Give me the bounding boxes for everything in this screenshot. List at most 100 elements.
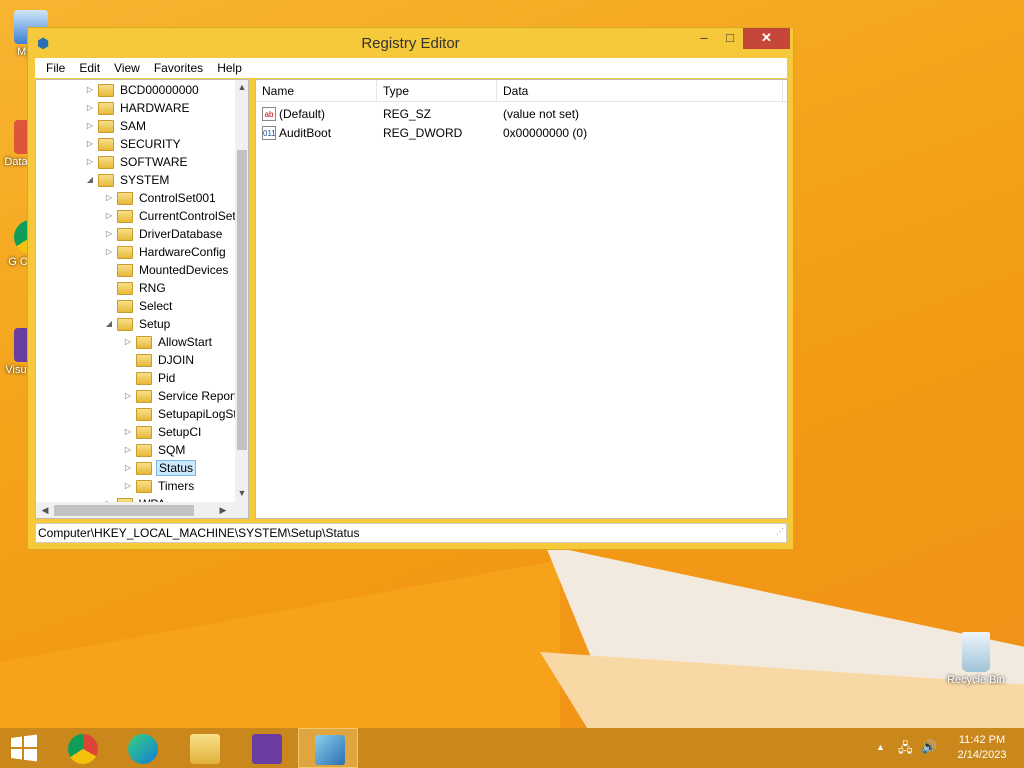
tree-expander-icon[interactable]: ▷ <box>84 135 96 153</box>
scroll-left-icon[interactable]: ◀ <box>38 505 52 516</box>
taskbar-chrome[interactable] <box>52 728 112 768</box>
tree-expander-icon[interactable]: ▷ <box>103 243 115 261</box>
tree-item[interactable]: Select <box>103 297 174 315</box>
tree-expander-icon[interactable]: ▷ <box>122 477 134 495</box>
tree-item-label: HardwareConfig <box>139 245 226 259</box>
scroll-down-icon[interactable]: ▼ <box>235 488 248 498</box>
tree-item[interactable]: Pid <box>122 369 177 387</box>
tree-expander-icon[interactable]: ◢ <box>84 171 96 189</box>
resize-grip-icon[interactable]: ⋰ <box>776 523 784 541</box>
start-button[interactable] <box>0 728 60 768</box>
tree-item[interactable]: ◢ Setup <box>103 315 172 333</box>
tree-expander-icon[interactable]: ▷ <box>84 153 96 171</box>
tree-item[interactable]: ▷ SQM <box>122 441 187 459</box>
folder-icon <box>136 443 152 457</box>
value-name: AuditBoot <box>279 126 332 140</box>
tree-item[interactable]: MountedDevices <box>103 261 230 279</box>
title-bar[interactable]: ⬢ Registry Editor – □ ✕ <box>28 28 793 58</box>
status-bar: Computer\HKEY_LOCAL_MACHINE\SYSTEM\Setup… <box>35 523 787 543</box>
folder-icon <box>136 407 152 421</box>
tree-item[interactable]: ▷ SAM <box>84 117 148 135</box>
tree-expander-icon[interactable]: ▷ <box>122 441 134 459</box>
minimize-button[interactable]: – <box>691 28 717 49</box>
folder-icon <box>117 245 133 259</box>
value-row[interactable]: ab (Default) REG_SZ (value not set) <box>256 105 787 123</box>
tree-horizontal-scrollbar[interactable]: ◀ ▶ <box>36 502 248 518</box>
tree-item[interactable]: ▷ BCD00000000 <box>84 81 201 99</box>
folder-icon <box>117 299 133 313</box>
taskbar-file-explorer[interactable] <box>174 728 234 768</box>
file-explorer-icon <box>190 734 220 764</box>
tree-item[interactable]: ▷ SetupCI <box>122 423 203 441</box>
clock[interactable]: 11:42 PM 2/14/2023 <box>950 733 1014 763</box>
tree-item[interactable]: ▷ ControlSet001 <box>103 189 218 207</box>
tree-item[interactable]: ▷ DriverDatabase <box>103 225 224 243</box>
taskbar-visual-studio[interactable] <box>236 728 296 768</box>
window-title: Registry Editor <box>361 35 460 52</box>
menu-edit[interactable]: Edit <box>72 58 107 78</box>
tree-item[interactable]: ▷ Service Report <box>122 387 239 405</box>
windows-logo-icon <box>11 734 37 762</box>
scroll-right-icon[interactable]: ▶ <box>216 505 230 516</box>
tree-item[interactable]: ▷ AllowStart <box>122 333 214 351</box>
tree-item[interactable]: SetupapiLogSt <box>122 405 239 423</box>
tree-item[interactable]: DJOIN <box>122 351 196 369</box>
tree-expander-icon[interactable]: ▷ <box>84 117 96 135</box>
desktop-icon-label: G C <box>8 256 28 268</box>
registry-editor-window: ⬢ Registry Editor – □ ✕ File Edit View F… <box>27 27 794 550</box>
tree-item[interactable]: ▷ CurrentControlSet <box>103 207 238 225</box>
tree-vertical-scrollbar[interactable]: ▲ ▼ <box>235 80 248 502</box>
desktop-icon-recycle-bin[interactable]: Recycle Bin <box>944 632 1008 686</box>
tree-item-label: SECURITY <box>120 137 181 151</box>
string-value-icon: ab <box>262 107 276 121</box>
tree-expander-icon[interactable]: ▷ <box>103 207 115 225</box>
taskbar-edge[interactable] <box>112 728 172 768</box>
column-header-name[interactable]: Name <box>256 80 377 102</box>
taskbar-registry-editor[interactable] <box>298 728 358 768</box>
binary-value-icon: 011 <box>262 126 276 140</box>
tree-item[interactable]: ▷ HardwareConfig <box>103 243 228 261</box>
tree-expander-icon[interactable]: ▷ <box>103 225 115 243</box>
folder-icon <box>98 155 114 169</box>
scrollbar-thumb[interactable] <box>54 505 194 516</box>
folder-icon <box>136 335 152 349</box>
close-button[interactable]: ✕ <box>743 28 790 49</box>
tree-item[interactable]: ▷ Status <box>122 459 197 477</box>
network-icon[interactable]: 🖧 <box>898 739 913 761</box>
value-name: (Default) <box>279 107 326 121</box>
tree-expander-icon[interactable]: ▷ <box>84 81 96 99</box>
tree-expander-icon[interactable]: ▷ <box>103 189 115 207</box>
column-header-type[interactable]: Type <box>377 80 497 102</box>
folder-icon <box>136 425 152 439</box>
tree-item[interactable]: ▷ SOFTWARE <box>84 153 190 171</box>
menu-file[interactable]: File <box>39 58 72 78</box>
tree-expander-icon[interactable]: ▷ <box>122 387 134 405</box>
scroll-up-icon[interactable]: ▲ <box>235 82 248 92</box>
tree-expander-icon[interactable]: ▷ <box>122 459 134 477</box>
tree-expander-icon[interactable]: ◢ <box>103 315 115 333</box>
maximize-button[interactable]: □ <box>717 28 743 49</box>
value-row[interactable]: 011 AuditBoot REG_DWORD 0x00000000 (0) <box>256 124 787 142</box>
volume-icon[interactable]: 🔊 <box>921 739 937 755</box>
menu-view[interactable]: View <box>107 58 147 78</box>
status-path: Computer\HKEY_LOCAL_MACHINE\SYSTEM\Setup… <box>38 526 360 540</box>
tree-expander-icon[interactable]: ▷ <box>84 99 96 117</box>
tree-item[interactable]: ▷ Timers <box>122 477 196 495</box>
folder-icon <box>98 173 114 187</box>
tree-item[interactable]: RNG <box>103 279 168 297</box>
tree-expander-icon[interactable]: ▷ <box>122 423 134 441</box>
folder-icon <box>98 119 114 133</box>
menu-help[interactable]: Help <box>210 58 249 78</box>
visual-studio-icon <box>252 734 282 764</box>
scrollbar-thumb[interactable] <box>237 150 247 450</box>
tree-expander-icon[interactable]: ▷ <box>122 333 134 351</box>
show-hidden-icons-chevron[interactable]: ▲ <box>876 742 885 752</box>
column-header-data[interactable]: Data <box>497 80 783 102</box>
tree-item[interactable]: ▷ HARDWARE <box>84 99 192 117</box>
desktop-icon-label: Data <box>4 156 28 168</box>
menu-favorites[interactable]: Favorites <box>147 58 210 78</box>
tree-item[interactable]: ▷ SECURITY <box>84 135 183 153</box>
folder-icon <box>136 461 152 475</box>
tree-item-label: Status <box>156 460 197 476</box>
tree-item[interactable]: ◢ SYSTEM <box>84 171 171 189</box>
